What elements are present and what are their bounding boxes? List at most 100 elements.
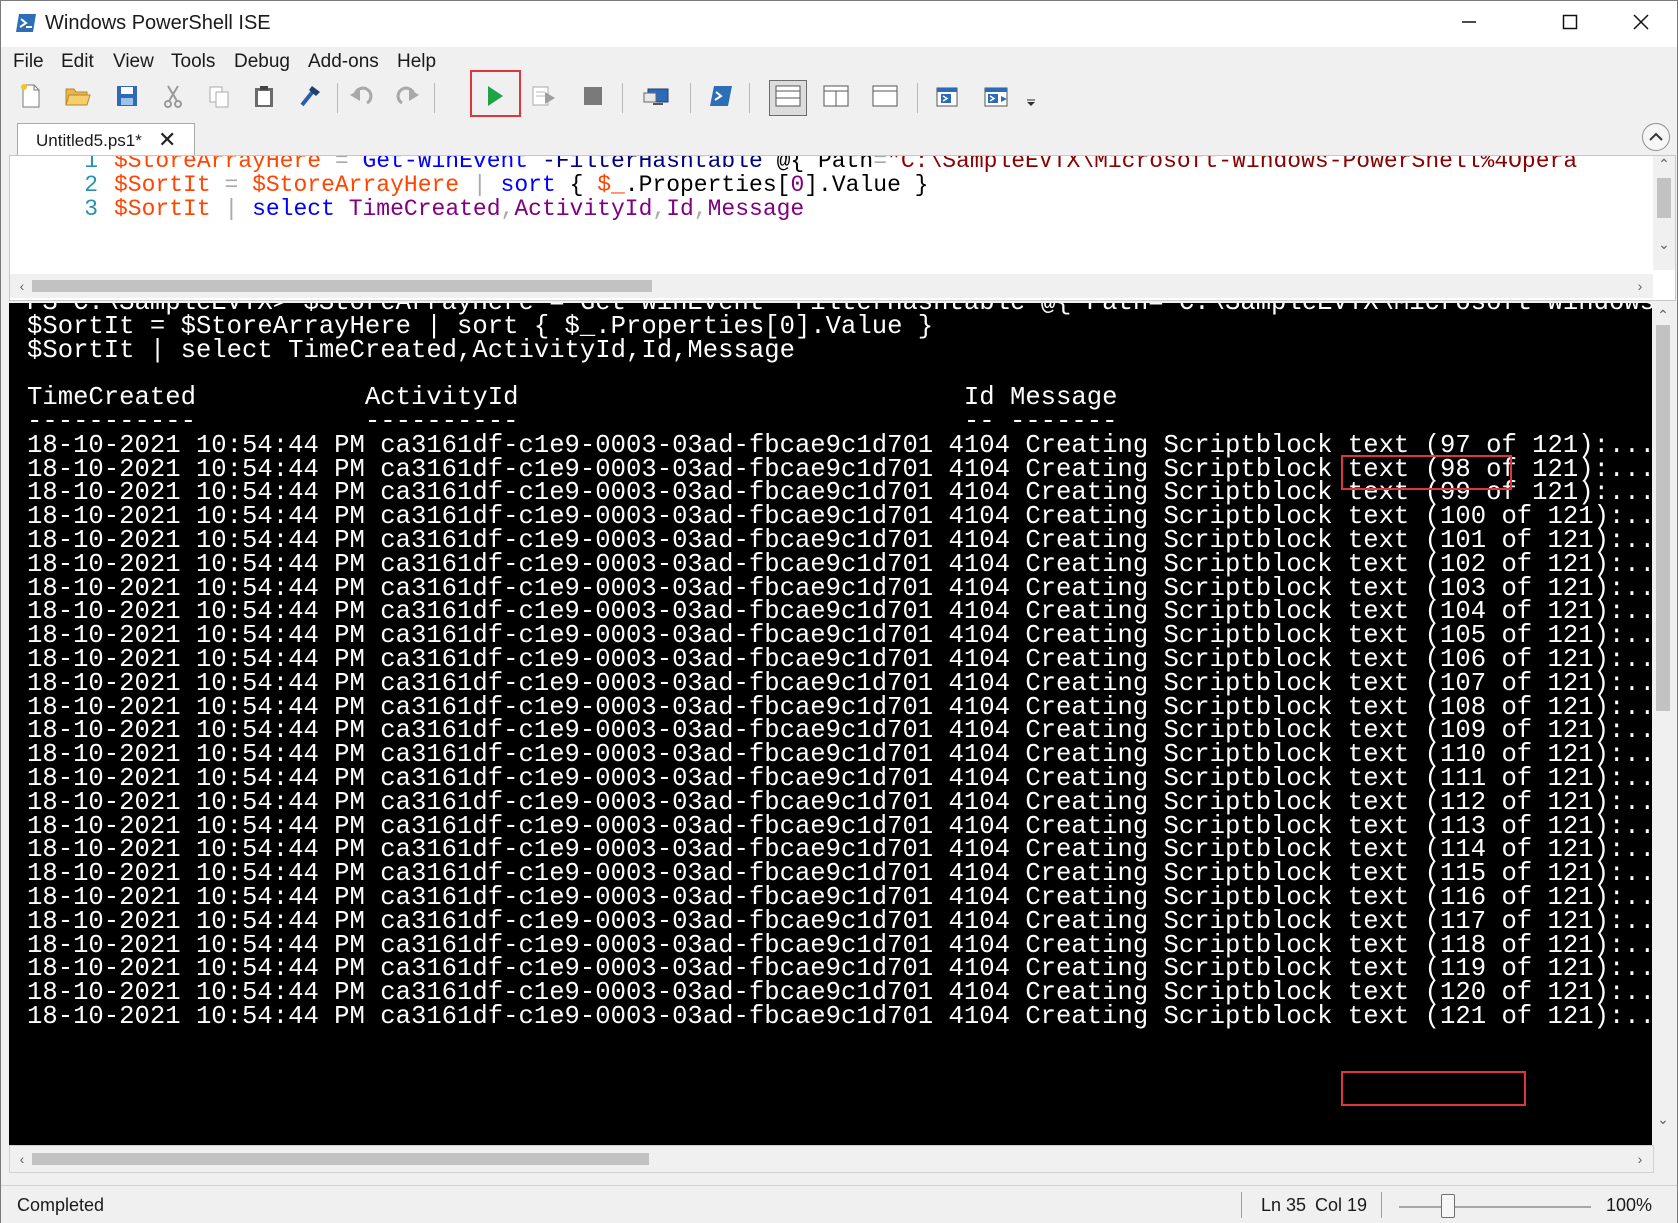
run-selection-icon: [531, 84, 557, 113]
status-separator: [1241, 1192, 1242, 1218]
show-command-addon-icon: [983, 84, 1011, 113]
scroll-left-icon[interactable]: ‹: [12, 278, 32, 294]
run-selection-button[interactable]: [526, 81, 562, 115]
toolbar-separator: [434, 83, 435, 113]
code-token: {: [555, 172, 598, 198]
code-text: $SortIt = $StoreArrayHere | sort { $_.Pr…: [114, 172, 928, 198]
remote-powershell-button[interactable]: [639, 81, 675, 115]
powershell-ise-window: Windows PowerShell ISE File Edit View To…: [0, 0, 1678, 1223]
window-title: Windows PowerShell ISE: [45, 12, 271, 34]
menu-file[interactable]: File: [13, 51, 44, 73]
script-horizontal-scrollbar[interactable]: ‹ ›: [10, 274, 1653, 298]
console-vertical-scrollbar[interactable]: ⌃ ⌄: [1652, 303, 1674, 1145]
clear-console-button[interactable]: [292, 81, 328, 115]
code-token: .Properties[: [624, 172, 791, 198]
maximize-button[interactable]: [1535, 1, 1605, 47]
last-result-highlight: [1341, 1071, 1526, 1106]
save-button[interactable]: [109, 81, 145, 115]
toolbar-separator: [337, 83, 338, 113]
scroll-right-icon[interactable]: ›: [1630, 278, 1650, 294]
redo-icon: [394, 85, 420, 112]
copy-button[interactable]: [201, 81, 237, 115]
zoom-slider-track[interactable]: [1399, 1206, 1591, 1208]
scroll-down-icon[interactable]: ⌄: [1653, 1111, 1673, 1128]
scroll-up-icon[interactable]: ⌃: [1653, 307, 1673, 324]
new-button[interactable]: [13, 81, 49, 115]
status-text: Completed: [17, 1195, 105, 1215]
scroll-thumb[interactable]: [1657, 178, 1671, 218]
close-button[interactable]: [1606, 1, 1676, 47]
code-token: |: [224, 196, 239, 222]
show-command-addon-button[interactable]: [979, 81, 1015, 115]
powershell-console-button[interactable]: [703, 81, 739, 115]
script-editor[interactable]: 1 $StoreArrayHere = Get-WinEvent -FilterH…: [9, 155, 1676, 301]
powershell-icon: [15, 13, 37, 33]
menu-view[interactable]: View: [113, 51, 154, 73]
code-text: $SortIt | select TimeCreated,ActivityId,…: [114, 196, 804, 222]
code-token: ,: [652, 196, 667, 222]
code-token: Message: [707, 196, 805, 222]
code-token: ,: [500, 196, 515, 222]
script-vertical-scrollbar[interactable]: ⌃ ⌄: [1653, 156, 1675, 270]
scroll-left-icon[interactable]: ‹: [12, 1151, 32, 1167]
minimize-icon: [1461, 14, 1477, 35]
console-pane[interactable]: PS C:\SampleEVTX> $StoreArrayHere = Get-…: [9, 303, 1674, 1145]
menu-edit[interactable]: Edit: [61, 51, 94, 73]
zoom-slider-thumb[interactable]: [1441, 1194, 1455, 1218]
code-token: "C:\SampleEVTX\Microsoft-Windows-PowerSh…: [887, 155, 1578, 174]
toolbar-separator: [749, 83, 750, 113]
toolbar-separator: [622, 83, 623, 113]
menu-tools[interactable]: Tools: [171, 51, 215, 73]
stop-icon: [581, 84, 605, 113]
remote-powershell-icon: [643, 84, 671, 113]
maximize-icon: [1562, 14, 1578, 35]
stop-button[interactable]: [575, 81, 611, 115]
column-number: Col 19: [1315, 1195, 1368, 1215]
script-pane-top-button[interactable]: [769, 80, 807, 116]
script-pane-maximized-icon: [872, 85, 898, 112]
toolbar-separator: [690, 83, 691, 113]
toolbar: [1, 70, 1677, 119]
scroll-thumb[interactable]: [1656, 325, 1670, 711]
console-horizontal-scrollbar[interactable]: ‹ ›: [9, 1145, 1654, 1173]
toolbar-separator: [917, 83, 918, 113]
collapse-script-pane-button[interactable]: [1642, 123, 1670, 151]
code-token: $_: [597, 172, 625, 198]
save-icon: [115, 84, 139, 113]
script-tab-strip: Untitled5.ps1* ✕: [9, 121, 1670, 156]
menu-help[interactable]: Help: [397, 51, 436, 73]
code-token: $SortIt: [114, 172, 211, 198]
scroll-up-icon[interactable]: ⌃: [1654, 156, 1674, 173]
undo-icon: [349, 85, 375, 112]
tab-untitled5[interactable]: Untitled5.ps1* ✕: [17, 123, 195, 156]
code-token: ActivityId: [514, 196, 653, 222]
code-token: $StoreArrayHere: [252, 172, 460, 198]
minimize-button[interactable]: [1434, 1, 1504, 47]
menu-debug[interactable]: Debug: [234, 51, 290, 73]
show-command-window-button[interactable]: [930, 81, 966, 115]
script-pane-maximized-button[interactable]: [867, 81, 903, 115]
scroll-down-icon[interactable]: ⌄: [1654, 236, 1674, 253]
scroll-thumb[interactable]: [32, 1153, 649, 1165]
toolbar-overflow-button[interactable]: [1021, 81, 1041, 115]
close-tab-icon[interactable]: ✕: [158, 127, 176, 153]
scroll-thumb[interactable]: [32, 280, 652, 292]
cut-button[interactable]: [155, 81, 191, 115]
open-button[interactable]: [60, 81, 96, 115]
open-icon: [65, 85, 91, 112]
redo-button[interactable]: [389, 81, 425, 115]
menu-bar: File Edit View Tools Debug Add-ons Help: [1, 47, 1677, 77]
menu-addons[interactable]: Add-ons: [308, 51, 379, 73]
paste-button[interactable]: [246, 81, 282, 115]
scroll-right-icon[interactable]: ›: [1630, 1151, 1650, 1167]
line-number: Ln 35: [1261, 1195, 1307, 1215]
undo-button[interactable]: [344, 81, 380, 115]
script-pane-right-button[interactable]: [818, 81, 854, 115]
zoom-level: 100%: [1606, 1195, 1653, 1215]
